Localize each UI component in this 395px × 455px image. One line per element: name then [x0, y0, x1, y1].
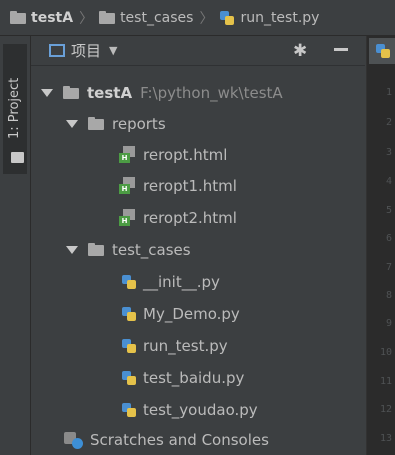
expand-arrow-icon[interactable] [66, 245, 78, 254]
breadcrumb-item-testA[interactable]: testA [10, 10, 73, 26]
tree-item-file[interactable]: __init__.py [31, 266, 395, 297]
html-file-icon: H [119, 209, 135, 226]
breadcrumb-label: testA [31, 9, 74, 26]
file-name: __init__.py [143, 272, 220, 291]
file-name: reropt2.html [143, 208, 237, 227]
tree-item-file[interactable]: H reropt1.html [31, 170, 395, 201]
root-folder-path: F:\python_wk\testA [140, 83, 283, 102]
folder-name: reports [112, 114, 166, 133]
file-name: reropt.html [143, 145, 228, 164]
html-file-icon: H [119, 177, 135, 194]
tree-item-file[interactable]: run_test.py [31, 330, 395, 361]
tree-item-test-cases[interactable]: test_cases [31, 234, 395, 265]
tree-item-root[interactable]: testA F:\python_wk\testA [31, 77, 376, 108]
python-file-icon [375, 43, 391, 59]
python-file-icon [219, 10, 235, 26]
folder-icon [11, 152, 24, 163]
folder-name: test_cases [112, 240, 191, 259]
python-file-icon [121, 338, 137, 354]
folder-icon [10, 11, 26, 24]
tree-item-file[interactable]: test_youdao.py [31, 394, 395, 425]
chevron-down-icon[interactable]: ▼ [109, 44, 117, 57]
navigation-breadcrumb: testA 〉 test_cases 〉 run_test.py [0, 0, 395, 36]
breadcrumb-separator: 〉 [79, 10, 94, 27]
tree-item-file[interactable]: H reropt2.html [31, 202, 395, 233]
project-tool-tab[interactable]: 1: Project [3, 44, 27, 174]
tree-item-file[interactable]: test_baidu.py [31, 362, 395, 393]
folder-icon [88, 243, 104, 256]
python-file-icon [121, 274, 137, 290]
project-tab-label: 1: Project [7, 77, 22, 139]
folder-icon [63, 86, 79, 99]
project-view-icon [49, 44, 65, 57]
file-name: run_test.py [143, 336, 228, 355]
expand-arrow-icon[interactable] [66, 119, 78, 128]
breadcrumb-item-test-cases[interactable]: test_cases [99, 10, 193, 26]
file-name: test_baidu.py [143, 368, 245, 387]
folder-icon [88, 117, 104, 130]
breadcrumb-label: test_cases [120, 9, 194, 26]
folder-icon [99, 11, 116, 24]
gear-icon[interactable]: ✱ [293, 41, 307, 61]
expand-arrow-icon[interactable] [41, 88, 53, 97]
breadcrumb-separator: 〉 [199, 10, 214, 27]
editor-tab[interactable] [369, 38, 395, 64]
html-file-icon: H [119, 146, 135, 163]
hide-panel-button[interactable] [334, 48, 348, 51]
breadcrumb-label: run_test.py [240, 9, 320, 26]
root-folder-name: testA [87, 83, 133, 102]
tree-item-reports[interactable]: reports [31, 108, 395, 139]
scratches-label: Scratches and Consoles [90, 430, 269, 449]
python-file-icon [121, 402, 137, 418]
python-file-icon [121, 306, 137, 322]
tree-item-file[interactable]: H reropt.html [31, 139, 395, 170]
project-view-title[interactable]: 项目 [71, 40, 101, 61]
tree-item-scratches[interactable]: Scratches and Consoles [31, 424, 395, 455]
file-name: My_Demo.py [143, 304, 240, 323]
project-panel-header: 项目 ▼ ✱ [31, 36, 365, 66]
breadcrumb-item-run-test[interactable]: run_test.py [219, 10, 319, 26]
scratches-icon [64, 431, 84, 449]
python-file-icon [121, 370, 137, 386]
file-name: test_youdao.py [143, 400, 258, 419]
file-name: reropt1.html [143, 176, 237, 195]
tree-item-file[interactable]: My_Demo.py [31, 298, 395, 329]
tool-window-strip: 1: Project [0, 36, 31, 455]
